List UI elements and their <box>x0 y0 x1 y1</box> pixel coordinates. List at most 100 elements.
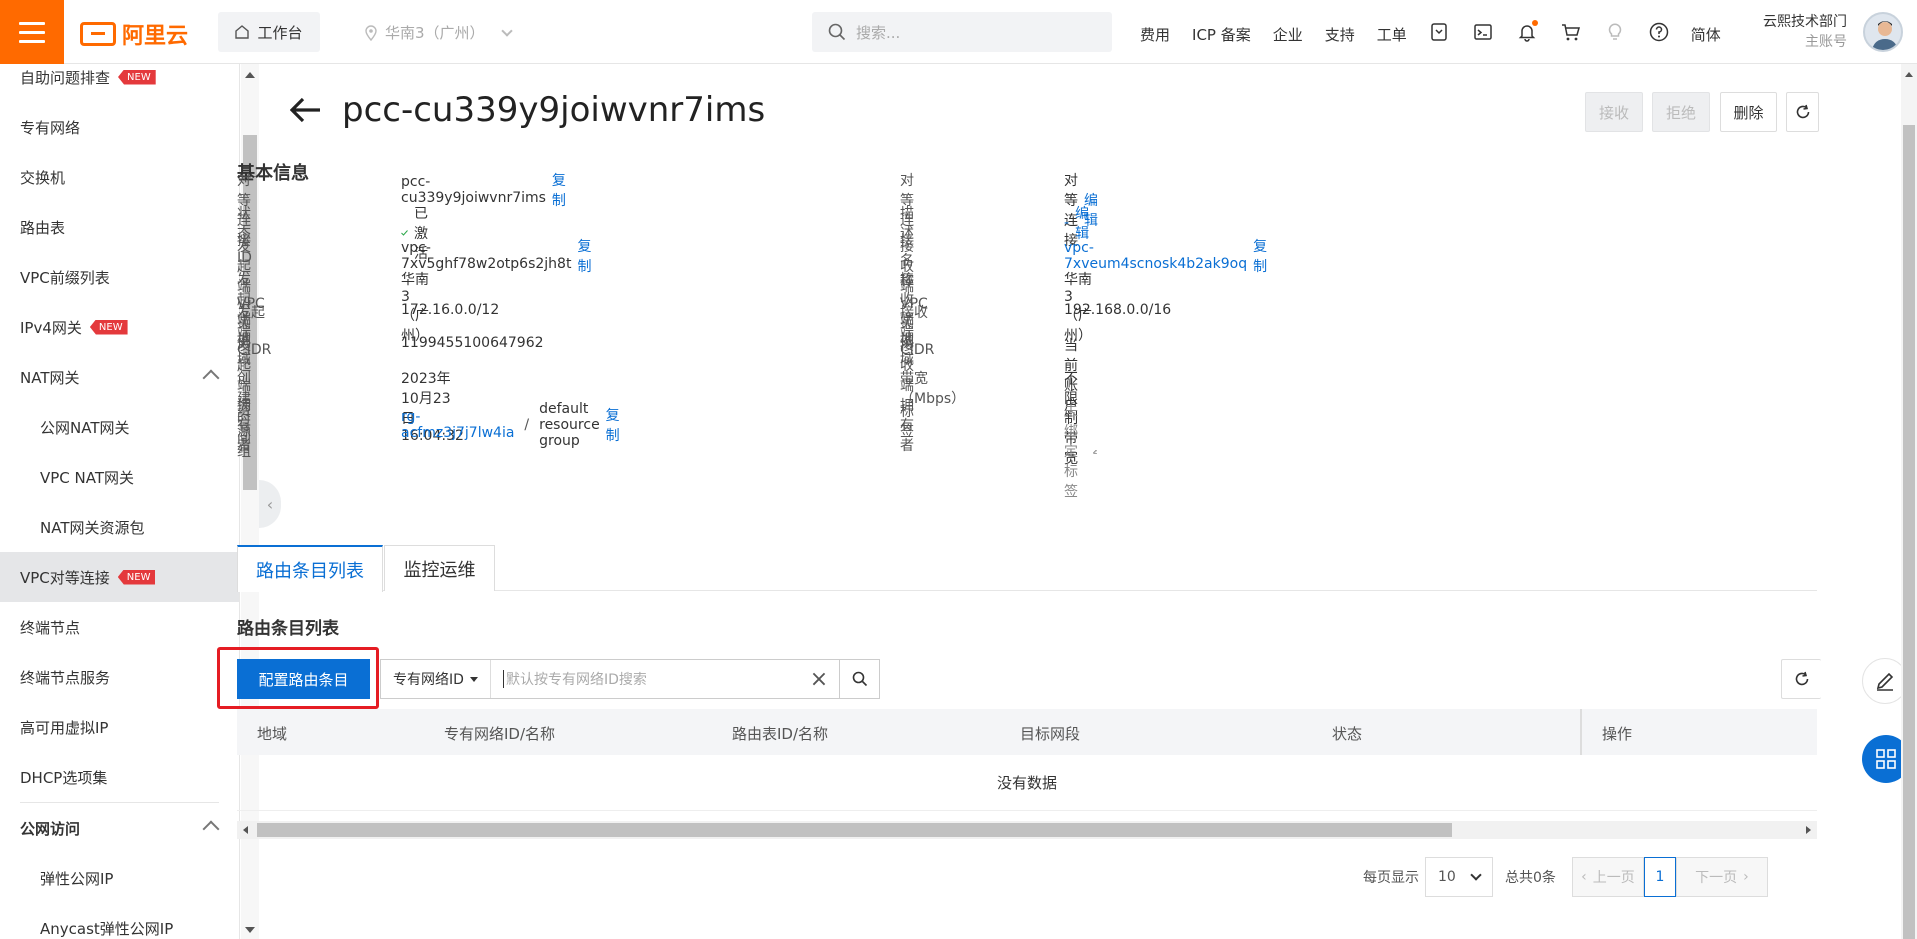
sidebar-item-label: 路由表 <box>20 218 66 237</box>
sidebar-item-vpc-peering[interactable]: VPC对等连接 NEW <box>0 552 239 602</box>
nav-support[interactable]: 支持 <box>1325 24 1355 45</box>
sidebar-item-label: NAT网关 <box>20 368 80 387</box>
sidebar-item-route-table[interactable]: 路由表 <box>0 202 239 252</box>
language-switch[interactable]: 简体 <box>1691 24 1721 45</box>
sidebar-item-vswitch[interactable]: 交换机 <box>0 152 239 202</box>
chevron-up-icon <box>202 369 220 387</box>
prev-page-button[interactable]: ‹ 上一页 <box>1571 857 1644 897</box>
top-bar: 阿里云 工作台 华南3（广州） 搜索... 费用 ICP 备案 企业 支持 工单… <box>0 0 1917 64</box>
chevron-up-icon <box>202 820 220 838</box>
sidebar-item-endpoint[interactable]: 终端节点 <box>0 602 239 652</box>
search-placeholder: 搜索... <box>856 23 901 42</box>
logo-text: 阿里云 <box>122 24 189 49</box>
bell-icon[interactable] <box>1517 20 1538 46</box>
sidebar-item-eip[interactable]: 弹性公网IP <box>0 853 239 903</box>
nav-enterprise[interactable]: 企业 <box>1273 24 1303 45</box>
sidebar-item-vpc-nat[interactable]: VPC NAT网关 <box>0 452 239 502</box>
filter-placeholder: 默认按专有网络ID搜索 <box>506 672 647 688</box>
sidebar-item-label: 专有网络 <box>20 118 81 137</box>
sidebar-item-public-nat[interactable]: 公网NAT网关 <box>0 402 239 452</box>
chevron-right-icon: › <box>1743 869 1749 885</box>
account-info[interactable]: 云熙技术部门 主账号 <box>1763 12 1847 52</box>
nav-fees[interactable]: 费用 <box>1140 24 1170 45</box>
sidebar-item-havip[interactable]: 高可用虚拟IP <box>0 702 239 752</box>
caret-down-icon <box>469 676 478 682</box>
filter-field-label: 专有网络ID <box>393 672 464 688</box>
avatar[interactable] <box>1863 12 1903 52</box>
page-scrollbar-thumb[interactable] <box>1903 125 1915 939</box>
workbench-button[interactable]: 工作台 <box>218 12 320 52</box>
search-icon <box>828 23 846 41</box>
page-scroll-up-icon[interactable] <box>1905 72 1913 77</box>
sidebar-item-label: 公网NAT网关 <box>40 418 130 437</box>
chevron-down-icon <box>1470 869 1482 881</box>
sidebar-item-label: IPv4网关 <box>20 318 82 337</box>
sidebar-item-label: 交换机 <box>20 168 66 187</box>
next-page-button[interactable]: 下一页 › <box>1675 857 1768 897</box>
chevron-left-icon: ‹ <box>1581 869 1587 885</box>
sidebar-item-label: 自助问题排查 <box>20 68 111 87</box>
scroll-right-arrow-icon[interactable] <box>1806 826 1811 834</box>
sidebar-item-label: VPC NAT网关 <box>40 468 135 487</box>
filter-field-select[interactable]: 专有网络ID <box>381 660 491 698</box>
column-route-table: 路由表ID/名称 <box>732 725 829 743</box>
scroll-left-arrow-icon[interactable] <box>243 826 248 834</box>
main-content: pcc-cu339y9joiwvnr7ims 接收 拒绝 删除 基本信息 对等连… <box>217 64 1870 939</box>
prev-page-label: 上一页 <box>1592 870 1635 886</box>
sidebar-item-label: 高可用虚拟IP <box>20 718 109 737</box>
refresh-icon <box>1795 671 1808 686</box>
clear-icon[interactable]: × <box>799 660 839 698</box>
sidebar-item-label: Anycast弹性公网IP <box>40 919 174 938</box>
column-destination: 目标网段 <box>1020 725 1081 743</box>
region-selector[interactable]: 华南3（广州） <box>365 22 513 43</box>
sidebar-item-label: VPC对等连接 <box>20 568 110 587</box>
nav-ticket[interactable]: 工单 <box>1377 24 1407 45</box>
aliyun-logo-icon <box>80 22 116 46</box>
sidebar-item-nat-package[interactable]: NAT网关资源包 <box>0 502 239 552</box>
sidebar: 自助问题排查 NEW 专有网络 交换机 路由表 VPC前缀列表 IPv4网关 NEW… <box>0 64 240 939</box>
help-icon[interactable] <box>1649 22 1669 46</box>
api-icon[interactable] <box>1429 22 1449 46</box>
home-icon <box>235 25 250 39</box>
search-button[interactable] <box>839 660 879 698</box>
page-number-current[interactable]: 1 <box>1643 857 1676 897</box>
sidebar-item-dhcp[interactable]: DHCP选项集 <box>0 752 239 802</box>
per-page-select[interactable]: 10 <box>1425 857 1493 897</box>
sidebar-item-prefix-list[interactable]: VPC前缀列表 <box>0 252 239 302</box>
search-icon <box>852 671 867 687</box>
sidebar-item-vpc[interactable]: 专有网络 <box>0 102 239 152</box>
sidebar-item-label: VPC前缀列表 <box>20 268 110 287</box>
sidebar-item-nat-gateway[interactable]: NAT网关 <box>0 352 239 402</box>
sidebar-item-anycast-eip[interactable]: Anycast弹性公网IP <box>0 903 239 939</box>
table-refresh-button[interactable] <box>1781 659 1821 699</box>
account-name: 云熙技术部门 <box>1763 14 1847 30</box>
sidebar-item-label: 公网访问 <box>20 819 81 838</box>
account-type: 主账号 <box>1805 34 1847 50</box>
lightbulb-icon[interactable] <box>1605 22 1625 46</box>
menu-icon[interactable] <box>0 0 64 64</box>
column-vpc: 专有网络ID/名称 <box>444 725 556 743</box>
sidebar-item-self-check[interactable]: 自助问题排查 NEW <box>0 64 239 102</box>
edit-pen-icon <box>1876 672 1894 691</box>
cart-icon[interactable] <box>1561 22 1581 46</box>
per-page-value: 10 <box>1438 869 1456 885</box>
terminal-icon[interactable] <box>1473 22 1493 46</box>
table-horizontal-scrollbar[interactable] <box>237 821 1817 839</box>
next-page-label: 下一页 <box>1695 870 1738 886</box>
sidebar-item-label: 终端节点 <box>20 618 81 637</box>
pagination: 每页显示 10 总共0条 ‹ 上一页 1 下一页 › <box>1363 857 1768 897</box>
sidebar-item-endpoint-service[interactable]: 终端节点服务 <box>0 652 239 702</box>
filter-search-input[interactable]: 默认按专有网络ID搜索 <box>491 660 799 698</box>
highlight-box <box>217 647 379 709</box>
global-search-input[interactable]: 搜索... <box>812 12 1112 52</box>
new-badge: NEW <box>89 319 128 335</box>
sidebar-item-public-access[interactable]: 公网访问 <box>0 803 239 853</box>
table-scrollbar-thumb[interactable] <box>257 823 1452 837</box>
top-nav-links: 费用 ICP 备案 企业 支持 工单 简体 <box>1140 20 1721 46</box>
sidebar-item-label: DHCP选项集 <box>20 768 108 787</box>
sidebar-item-ipv4-gateway[interactable]: IPv4网关 NEW <box>0 302 239 352</box>
nav-icp[interactable]: ICP 备案 <box>1192 24 1251 45</box>
column-status: 状态 <box>1332 725 1363 743</box>
brand-logo[interactable]: 阿里云 <box>80 18 188 50</box>
workbench-label: 工作台 <box>257 23 303 42</box>
